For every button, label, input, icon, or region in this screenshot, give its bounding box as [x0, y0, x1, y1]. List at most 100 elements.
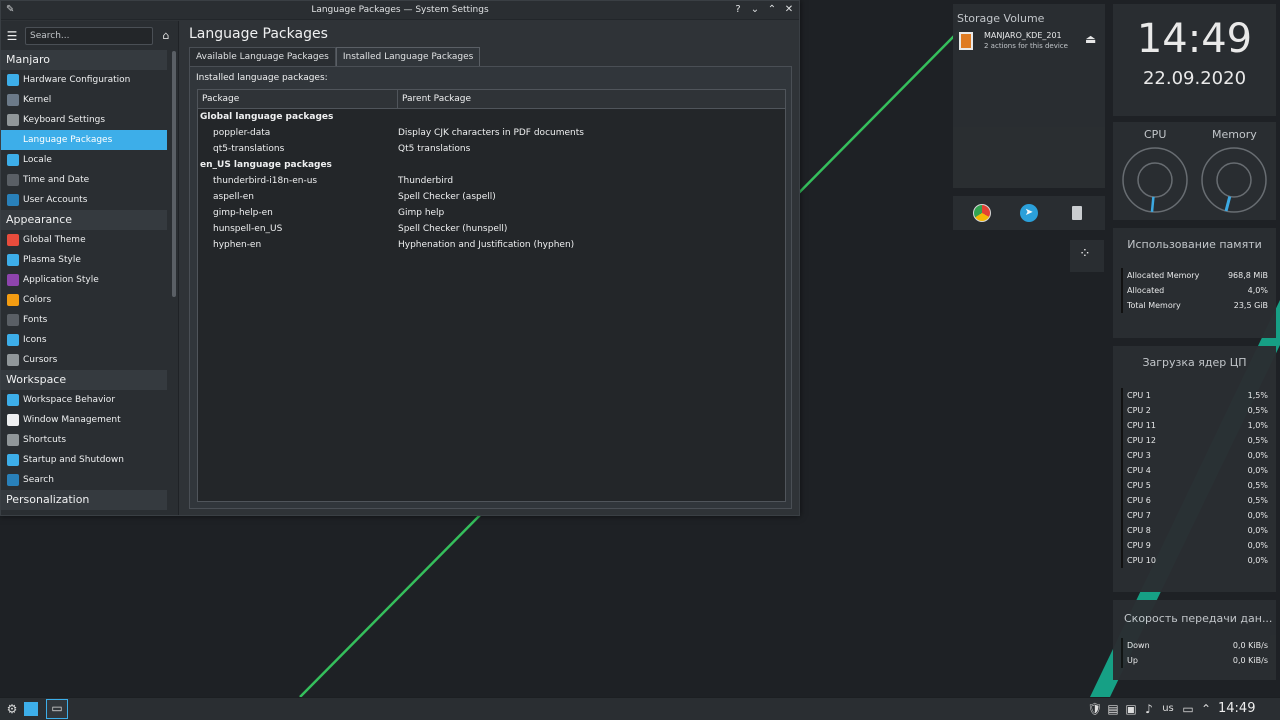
cpu-row-label: CPU 8 — [1121, 523, 1151, 538]
pin-icon[interactable]: ✎ — [6, 4, 14, 15]
sidebar-item[interactable]: Colors — [1, 290, 167, 310]
taskbar-clock[interactable]: 14:49 — [1218, 701, 1255, 716]
sidebar-item[interactable]: Language Packages — [1, 130, 167, 150]
column-parent-package[interactable]: Parent Package — [398, 90, 471, 108]
sidebar-item[interactable]: Hardware Configuration — [1, 70, 167, 90]
tab-available-packages[interactable]: Available Language Packages — [189, 47, 336, 66]
sidebar-item[interactable]: Global Theme — [1, 230, 167, 250]
installed-label: Installed language packages: — [196, 73, 328, 83]
sidebar-item-label: Colors — [23, 295, 52, 305]
sidebar-item[interactable]: Shortcuts — [1, 430, 167, 450]
clipboard-icon[interactable]: ▤ — [1105, 701, 1121, 717]
sidebar-item-label: Hardware Configuration — [23, 75, 131, 85]
shield-icon[interactable]: 🛡 — [1087, 701, 1103, 717]
tree-row[interactable]: thunderbird-i18n-en-us Thunderbird — [198, 173, 785, 189]
help-button[interactable]: ? — [732, 3, 744, 17]
chrome-icon[interactable] — [973, 204, 991, 222]
sidebar-item[interactable]: Application Style — [1, 270, 167, 290]
tree-group-row[interactable]: en_US language packages — [198, 157, 785, 173]
tree-row[interactable]: aspell-en Spell Checker (aspell) — [198, 189, 785, 205]
search-input[interactable] — [25, 26, 153, 45]
sidebar-item-icon — [7, 314, 19, 326]
network-icon[interactable]: ▭ — [1180, 701, 1196, 717]
column-package[interactable]: Package — [198, 90, 398, 108]
tree-row[interactable]: qt5-translations Qt5 translations — [198, 141, 785, 157]
tree-group-row[interactable]: Global language packages — [198, 109, 785, 125]
tray-expand-icon[interactable]: ⌃ — [1198, 701, 1214, 717]
parent-package: Gimp help — [398, 208, 445, 218]
system-settings-window[interactable]: ✎ Language Packages — System Settings ? … — [0, 0, 800, 516]
window-titlebar[interactable]: ✎ Language Packages — System Settings ? … — [1, 1, 799, 20]
sidebar-item[interactable]: User Accounts — [1, 190, 167, 210]
share-icon: ⁘ — [1079, 246, 1091, 262]
sidebar-item[interactable]: Cursors — [1, 350, 167, 370]
sidebar-item-icon — [7, 154, 19, 166]
package-tree[interactable]: Package Parent Package Global language p… — [197, 89, 786, 502]
cpu-gauge-fill — [1150, 196, 1155, 212]
cpu-row: CPU 7 0,0% — [1113, 508, 1276, 523]
network-row-label: Up — [1121, 653, 1138, 668]
memory-label: Memory — [1212, 128, 1257, 141]
home-icon[interactable]: ⌂ — [159, 29, 173, 43]
sidebar-item[interactable]: Fonts — [1, 310, 167, 330]
sidebar-item[interactable]: Keyboard Settings — [1, 110, 167, 130]
task-system-settings[interactable]: ▭ — [46, 699, 68, 719]
close-button[interactable]: ✕ — [783, 3, 795, 17]
keyboard-layout[interactable]: us — [1160, 701, 1176, 717]
telegram-icon[interactable]: ➤ — [1020, 204, 1038, 222]
minimize-button[interactable]: ⌄ — [749, 3, 761, 17]
cpu-row-label: CPU 2 — [1121, 403, 1151, 418]
sidebar-item[interactable]: Startup and Shutdown — [1, 450, 167, 470]
package-name: qt5-translations — [213, 144, 285, 154]
network-row-label: Down — [1121, 638, 1150, 653]
device-actions: 2 actions for this device — [984, 42, 1068, 50]
share-widget[interactable]: ⁘ — [1070, 240, 1104, 272]
sidebar-category: Workspace — [1, 370, 167, 390]
cpu-load-title: Загрузка ядер ЦП — [1142, 356, 1247, 369]
memory-rows: Allocated Memory 968,8 MiB Allocated 4,0% To… — [1113, 268, 1276, 313]
package-name: aspell-en — [213, 192, 254, 202]
sidebar-item-label: Locale — [23, 155, 52, 165]
tree-row[interactable]: gimp-help-en Gimp help — [198, 205, 785, 221]
sidebar-item-label: Fonts — [23, 315, 48, 325]
package-name: Global language packages — [200, 112, 334, 122]
hamburger-menu-icon[interactable]: ☰ — [5, 29, 19, 43]
tree-row[interactable]: hyphen-en Hyphenation and Justification (… — [198, 237, 785, 253]
desktop-pager-icon[interactable] — [24, 702, 38, 716]
package-name: thunderbird-i18n-en-us — [213, 176, 318, 186]
sidebar-item-label: Icons — [23, 335, 47, 345]
network-row-value: 0,0 KiB/s — [1232, 641, 1268, 650]
cpu-row: CPU 1 1,5% — [1113, 388, 1276, 403]
eject-icon[interactable]: ⏏ — [1085, 32, 1096, 46]
tree-row[interactable]: hunspell-en_US Spell Checker (hunspell) — [198, 221, 785, 237]
tree-rows: Global language packages poppler-data Disp… — [198, 109, 785, 253]
package-name: gimp-help-en — [213, 208, 273, 218]
sidebar-item[interactable]: Locale — [1, 150, 167, 170]
sidebar-item[interactable]: Workspace Behavior — [1, 390, 167, 410]
cpu-row: CPU 3 0,0% — [1113, 448, 1276, 463]
cpu-row-value: 0,5% — [1247, 496, 1268, 505]
storage-tray-icon[interactable]: ▣ — [1123, 701, 1139, 717]
page-title: Language Packages — [189, 26, 328, 42]
sidebar-item[interactable]: Time and Date — [1, 170, 167, 190]
clock-time: 14:49 — [1136, 16, 1253, 62]
cpu-row-value: 0,0% — [1247, 511, 1268, 520]
sidebar-item[interactable]: Kernel — [1, 90, 167, 110]
storage-device[interactable]: MANJARO_KDE_201 2 actions for this devic… — [959, 30, 1101, 54]
sidebar-item[interactable]: Plasma Style — [1, 250, 167, 270]
archive-icon[interactable] — [1072, 206, 1082, 220]
sidebar-item[interactable]: Search — [1, 470, 167, 490]
sidebar-item[interactable]: Icons — [1, 330, 167, 350]
tab-installed-packages[interactable]: Installed Language Packages — [335, 47, 481, 66]
sidebar-scrollbar[interactable] — [172, 51, 176, 297]
volume-icon[interactable]: ♪ — [1141, 701, 1157, 717]
app-launcher-icon[interactable]: ⚙ — [4, 701, 20, 717]
sidebar-item-icon — [7, 414, 19, 426]
maximize-button[interactable]: ⌃ — [766, 3, 778, 17]
sidebar-item-icon — [7, 174, 19, 186]
sidebar-item-label: Keyboard Settings — [23, 115, 106, 125]
tree-row[interactable]: poppler-data Display CJK characters in PD… — [198, 125, 785, 141]
sidebar-item-label: Time and Date — [23, 175, 90, 185]
sidebar-list: Manjaro Hardware Configuration Kernel Keybo… — [1, 50, 178, 510]
sidebar-item[interactable]: Window Management — [1, 410, 167, 430]
